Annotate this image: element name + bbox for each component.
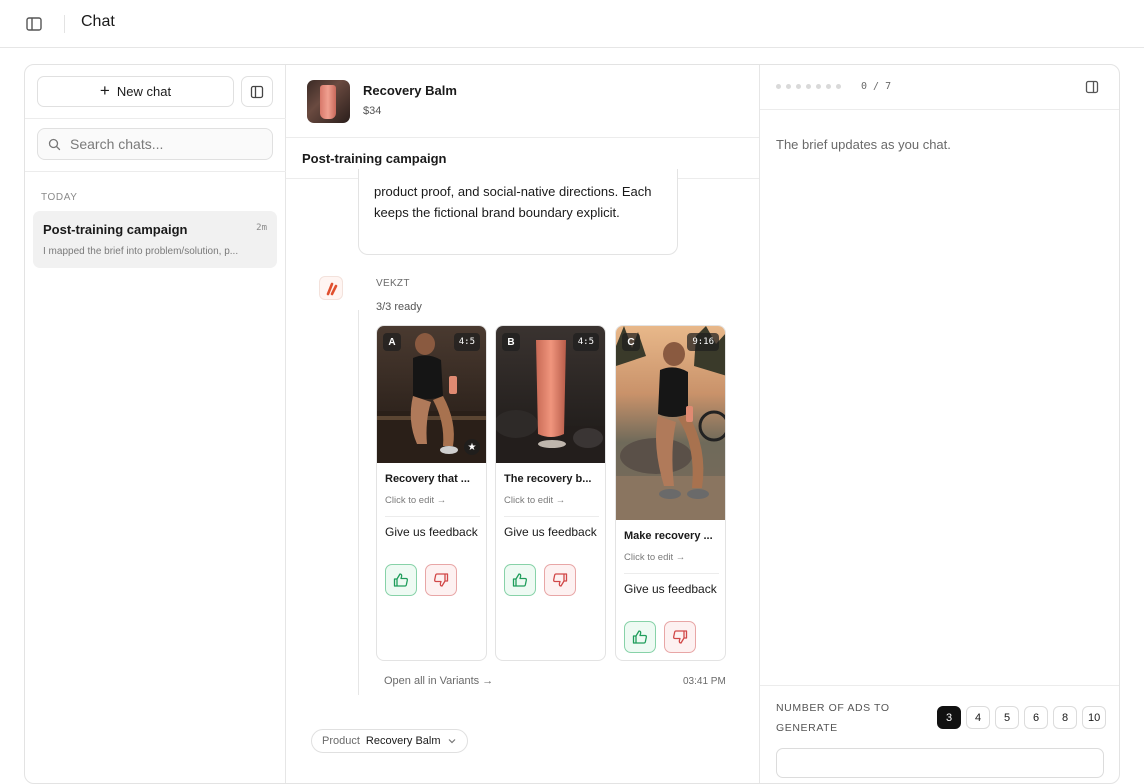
ad-count-option[interactable]: 5 xyxy=(995,706,1019,729)
progress-dot xyxy=(836,84,841,89)
thumbs-down-icon xyxy=(553,573,568,587)
thumbs-up-icon xyxy=(512,573,527,587)
progress-dot xyxy=(776,84,781,89)
divider xyxy=(624,573,719,574)
aspect-ratio-badge: 9:16 xyxy=(687,333,719,351)
thumbs-down-button[interactable] xyxy=(425,564,457,596)
chat-preview: I mapped the brief into problem/solution… xyxy=(43,246,239,257)
app-shell: + New chat TODAY Post-training campaign … xyxy=(24,64,1120,784)
message-text: product proof, and social-native directi… xyxy=(374,184,652,220)
product-selector-label: Product xyxy=(322,735,360,747)
divider xyxy=(64,15,65,33)
top-bar: Chat xyxy=(0,0,1144,48)
page-title: Chat xyxy=(81,13,115,30)
variant-headline: Make recovery ... xyxy=(624,530,713,542)
product-name: Recovery Balm xyxy=(363,83,457,98)
divider xyxy=(25,118,286,119)
product-thumbnail xyxy=(307,80,350,123)
feedback-prompt: Give us feedback xyxy=(385,525,478,539)
brief-progress-text: 0 / 7 xyxy=(861,81,892,92)
ad-count-option[interactable]: 8 xyxy=(1053,706,1077,729)
ad-count-option[interactable]: 3 xyxy=(937,706,961,729)
click-to-edit-link[interactable]: Click to edit → xyxy=(385,495,446,506)
search-input[interactable] xyxy=(70,136,260,152)
star-icon[interactable]: ★ xyxy=(464,439,480,455)
thumbs-up-icon xyxy=(393,573,408,587)
aspect-ratio-badge: 4:5 xyxy=(572,333,599,351)
progress-dot xyxy=(796,84,801,89)
click-to-edit-link[interactable]: Click to edit → xyxy=(624,552,685,563)
feedback-prompt: Give us feedback xyxy=(624,582,717,596)
brief-panel: 0 / 7 The brief updates as you chat. NUM… xyxy=(759,65,1119,783)
variant-card-c[interactable]: C 9:16 Make recovery ... Click to edit →… xyxy=(615,325,726,661)
new-chat-button[interactable]: + New chat xyxy=(37,76,234,107)
ad-count-label: NUMBER OF ADS TO GENERATE xyxy=(776,702,890,734)
variant-image xyxy=(616,326,725,520)
chevron-down-icon xyxy=(448,739,455,744)
chat-time: 2m xyxy=(256,223,267,233)
collapse-sidebar-button[interactable] xyxy=(241,76,273,107)
search-box xyxy=(37,128,273,160)
panel-left-icon xyxy=(250,85,264,98)
variant-card-b[interactable]: B 4:5 The recovery b... Click to edit → … xyxy=(495,325,606,661)
plus-icon: + xyxy=(99,81,110,100)
ad-count-option[interactable]: 10 xyxy=(1082,706,1107,729)
thumbs-up-icon xyxy=(632,630,647,644)
product-price: $34 xyxy=(363,105,382,117)
agent-logo-icon xyxy=(319,276,343,300)
panel-right-icon[interactable] xyxy=(1085,80,1099,94)
chat-main: Recovery Balm $34 Post-training campaign… xyxy=(286,65,759,783)
progress-dot xyxy=(806,84,811,89)
thread-line xyxy=(358,310,359,695)
product-selector-value: Recovery Balm xyxy=(365,735,441,747)
divider xyxy=(760,685,1119,686)
thumbs-up-button[interactable] xyxy=(504,564,536,596)
brief-progress-dots xyxy=(776,84,841,89)
thumbs-down-button[interactable] xyxy=(664,621,696,653)
divider xyxy=(385,516,480,517)
variant-headline: Recovery that ... xyxy=(385,473,470,485)
thumbs-down-icon xyxy=(434,573,449,587)
divider xyxy=(504,516,599,517)
variant-letter: A xyxy=(383,333,401,351)
thumbs-down-button[interactable] xyxy=(544,564,576,596)
sidebar-toggle-icon[interactable] xyxy=(25,15,43,33)
product-header: Recovery Balm $34 xyxy=(286,65,759,138)
brief-empty-text: The brief updates as you chat. xyxy=(776,137,951,152)
progress-dot xyxy=(826,84,831,89)
ready-status: 3/3 ready xyxy=(376,301,422,313)
variant-letter: C xyxy=(622,333,640,351)
variant-headline: The recovery b... xyxy=(504,473,592,485)
generate-field[interactable] xyxy=(776,748,1104,778)
chat-sidebar: + New chat TODAY Post-training campaign … xyxy=(25,65,286,783)
aspect-ratio-badge: 4:5 xyxy=(453,333,480,351)
chat-title: Post-training campaign xyxy=(43,222,188,237)
click-to-edit-link[interactable]: Click to edit → xyxy=(504,495,565,506)
agent-name: VEKZT xyxy=(376,278,410,289)
feedback-prompt: Give us feedback xyxy=(504,525,597,539)
progress-dot xyxy=(816,84,821,89)
thumbs-up-button[interactable] xyxy=(385,564,417,596)
ad-count-option[interactable]: 4 xyxy=(966,706,990,729)
message-bubble: product proof, and social-native directi… xyxy=(358,169,678,255)
divider xyxy=(760,109,1119,110)
product-selector[interactable]: Product Recovery Balm xyxy=(311,729,468,753)
progress-dot xyxy=(786,84,791,89)
thumbs-down-icon xyxy=(673,630,688,644)
variant-letter: B xyxy=(502,333,520,351)
new-chat-label: New chat xyxy=(116,84,172,99)
open-all-variants-link[interactable]: Open all in Variants → xyxy=(384,675,493,687)
thumbs-up-button[interactable] xyxy=(624,621,656,653)
message-timestamp: 03:41 PM xyxy=(683,676,726,687)
variant-card-a[interactable]: A 4:5 ★ Recovery that ... Click to edit … xyxy=(376,325,487,661)
divider xyxy=(25,171,286,172)
search-icon xyxy=(48,138,61,150)
section-label: TODAY xyxy=(41,192,78,203)
chat-list-item[interactable]: Post-training campaign 2m I mapped the b… xyxy=(33,211,277,268)
ad-count-options: 3 4 5 6 8 10 xyxy=(937,706,1107,729)
campaign-title: Post-training campaign xyxy=(302,151,447,166)
ad-count-option[interactable]: 6 xyxy=(1024,706,1048,729)
